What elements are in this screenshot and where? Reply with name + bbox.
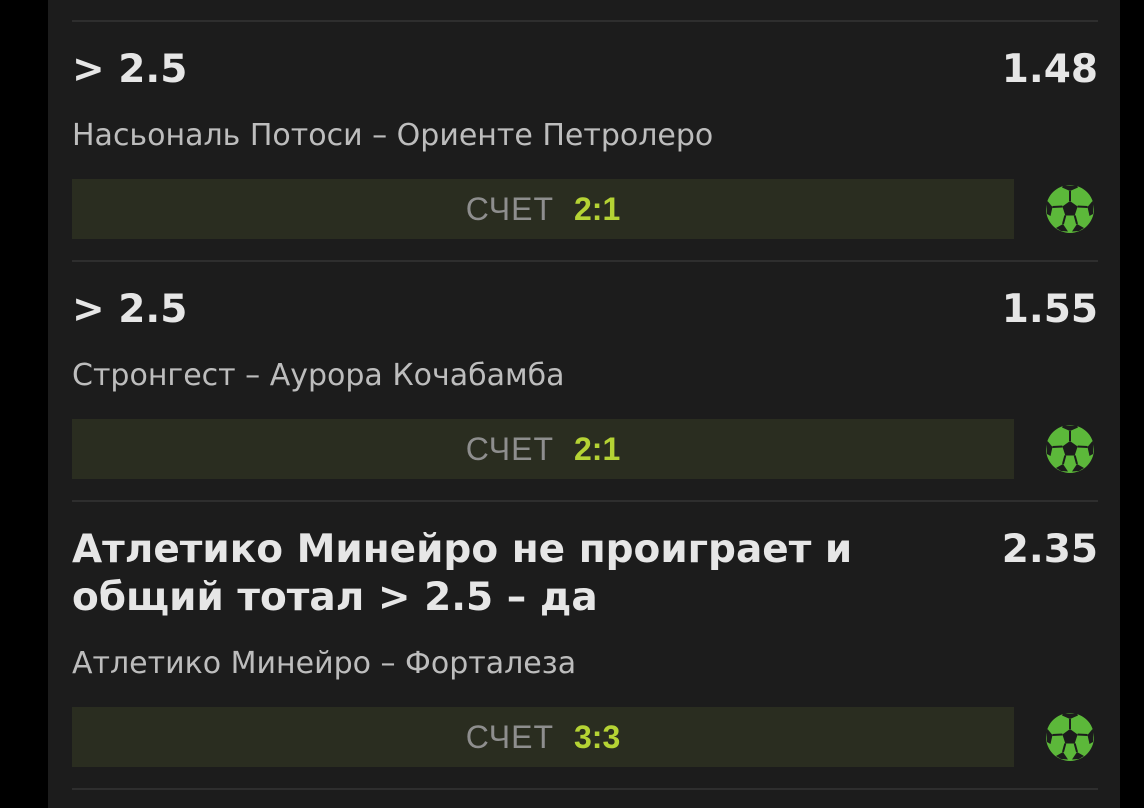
bet-item[interactable]: Атлетико Минейро не проиграет и общий то…: [72, 526, 1098, 776]
score-value: 2:1: [574, 190, 621, 227]
soccer-ball-icon: [1044, 711, 1096, 763]
score-label: СЧЕТ: [465, 718, 554, 755]
match-name: Стронгест – Аурора Кочабамба: [72, 358, 565, 393]
soccer-ball-icon: [1044, 183, 1096, 235]
bet-odds: 1.48: [1001, 47, 1098, 92]
match-name: Насьональ Потоси – Ориенте Петролеро: [72, 118, 714, 153]
score-value: 2:1: [574, 430, 621, 467]
bet-title: > 2.5: [72, 287, 188, 332]
divider: [72, 260, 1098, 262]
score-bar: СЧЕТ 3:3: [72, 707, 1014, 767]
score-label: СЧЕТ: [465, 430, 554, 467]
bet-list-panel: > 2.5 1.48 Насьональ Потоси – Ориенте Пе…: [48, 0, 1120, 808]
divider: [72, 500, 1098, 502]
match-name: Атлетико Минейро – Форталеза: [72, 646, 577, 681]
score-value: 3:3: [574, 718, 621, 755]
score-bar: СЧЕТ 2:1: [72, 419, 1014, 479]
bet-odds: 1.55: [1001, 287, 1098, 332]
bet-title: > 2.5: [72, 47, 188, 92]
divider: [72, 20, 1098, 22]
divider: [72, 788, 1098, 790]
score-label: СЧЕТ: [465, 190, 554, 227]
bet-odds: 2.35: [1001, 527, 1098, 572]
soccer-ball-icon: [1044, 423, 1096, 475]
bet-item[interactable]: > 2.5 1.48 Насьональ Потоси – Ориенте Пе…: [72, 46, 1098, 242]
score-bar: СЧЕТ 2:1: [72, 179, 1014, 239]
bet-item[interactable]: > 2.5 1.55 Стронгест – Аурора Кочабамба …: [72, 286, 1098, 482]
bet-title: Атлетико Минейро не проиграет и общий то…: [72, 527, 853, 620]
